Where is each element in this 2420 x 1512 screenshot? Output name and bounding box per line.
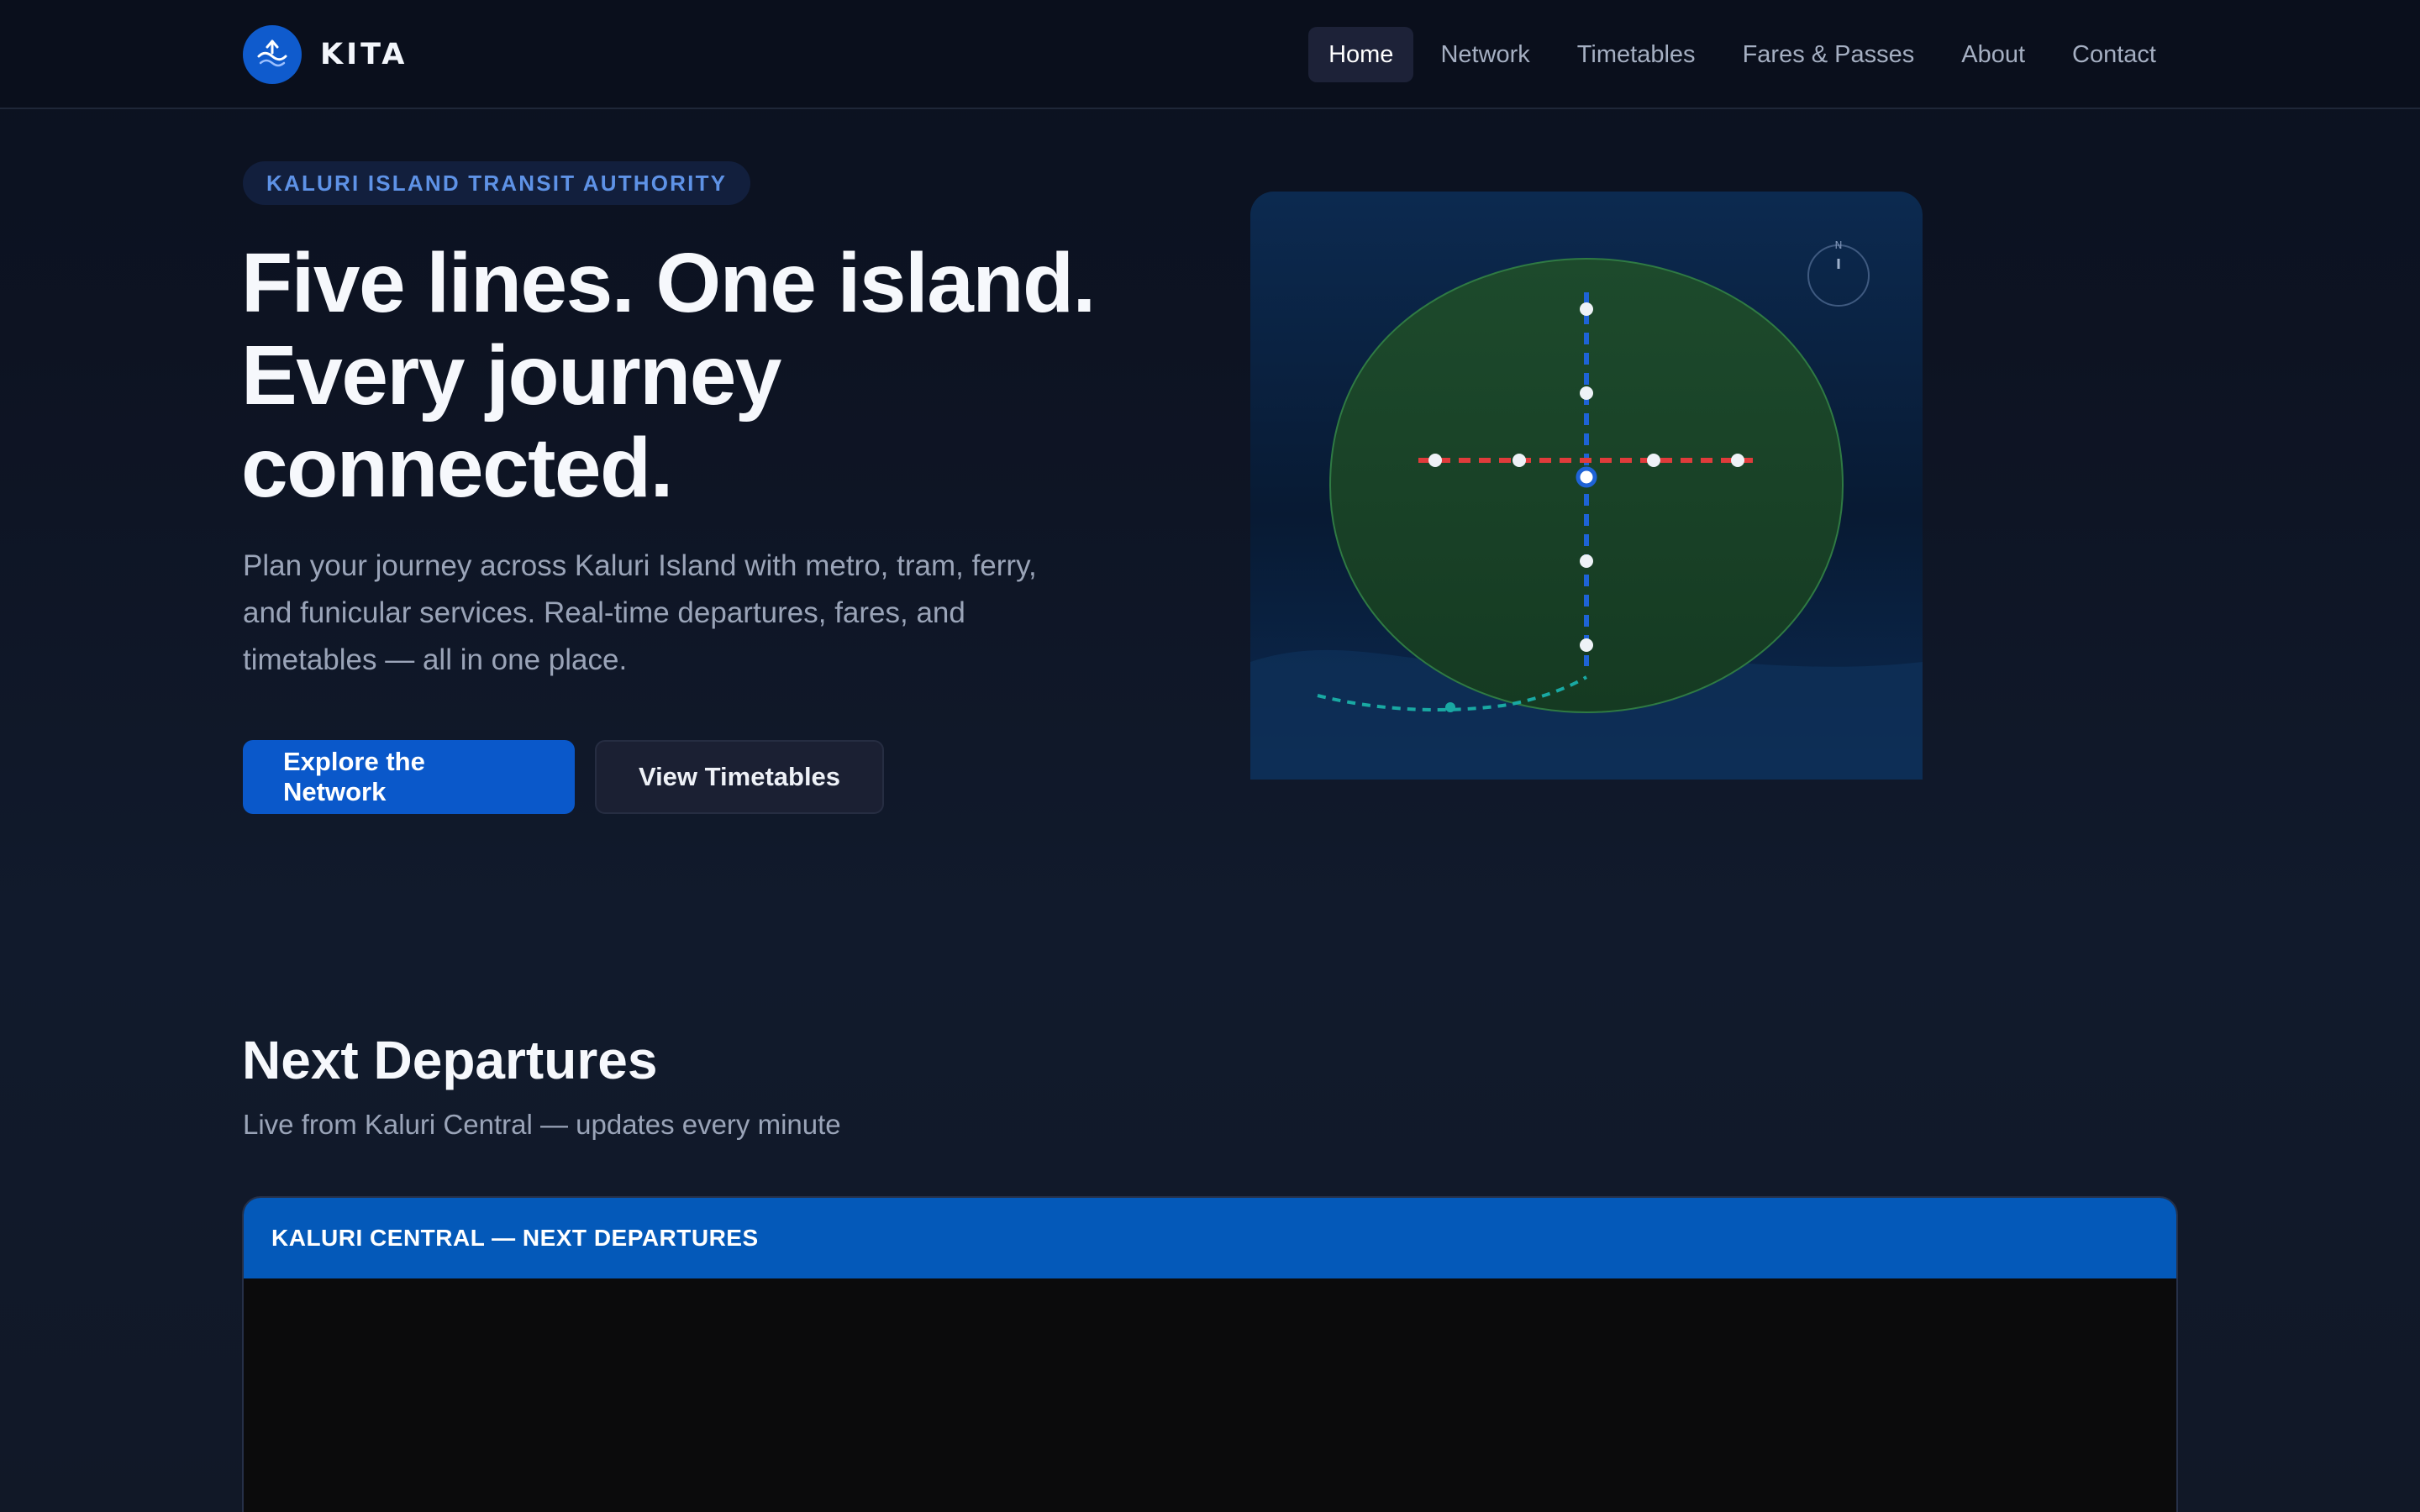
wave-boat-icon xyxy=(243,25,302,84)
ferry-stop-marker[interactable] xyxy=(1445,702,1455,712)
departures-title: Next Departures xyxy=(242,1030,658,1090)
brand[interactable]: KITA xyxy=(243,25,408,84)
explore-network-button[interactable]: Explore the Network xyxy=(243,740,575,814)
nav-network[interactable]: Network xyxy=(1420,27,1549,82)
nav-contact[interactable]: Contact xyxy=(2052,27,2176,82)
departures-subtitle: Live from Kaluri Central — updates every… xyxy=(243,1109,841,1140)
station-marker[interactable] xyxy=(1580,554,1593,568)
nav-about[interactable]: About xyxy=(1941,27,2045,82)
station-marker[interactable] xyxy=(1428,454,1442,467)
departure-board: KALURI CENTRAL — NEXT DEPARTURES xyxy=(242,1196,2178,1512)
hero-title-line: connected. xyxy=(241,421,673,515)
view-timetables-button[interactable]: View Timetables xyxy=(595,740,884,814)
network-map[interactable]: N xyxy=(1250,192,1923,780)
station-marker[interactable] xyxy=(1512,454,1526,467)
station-marker[interactable] xyxy=(1580,638,1593,652)
nav-home[interactable]: Home xyxy=(1308,27,1414,82)
station-marker[interactable] xyxy=(1580,302,1593,316)
top-navigation-bar: KITA Home Network Timetables Fares & Pas… xyxy=(0,0,2420,109)
nav-timetables[interactable]: Timetables xyxy=(1557,27,1716,82)
hero-title: Five lines. One island. Every journey co… xyxy=(241,237,1207,514)
page: KITA Home Network Timetables Fares & Pas… xyxy=(0,0,2420,1512)
central-station-marker[interactable] xyxy=(1576,466,1597,488)
station-marker[interactable] xyxy=(1731,454,1744,467)
nav-fares-passes[interactable]: Fares & Passes xyxy=(1723,27,1935,82)
hero-title-line: Five lines. One island. xyxy=(241,236,1096,330)
authority-badge: KALURI ISLAND TRANSIT AUTHORITY xyxy=(243,161,751,205)
station-marker[interactable] xyxy=(1647,454,1660,467)
hero-subtitle: Plan your journey across Kaluri Island w… xyxy=(243,549,1037,676)
departure-board-header: KALURI CENTRAL — NEXT DEPARTURES xyxy=(244,1198,2176,1278)
hero-title-line: Every journey xyxy=(241,328,781,423)
hero-actions: Explore the Network View Timetables xyxy=(243,740,884,814)
brand-name: KITA xyxy=(320,38,408,71)
network-map-graphic: N xyxy=(1250,192,1923,780)
compass-label: N xyxy=(1835,239,1843,251)
main-nav: Home Network Timetables Fares & Passes A… xyxy=(1308,27,2176,82)
station-marker[interactable] xyxy=(1580,386,1593,400)
departure-board-body xyxy=(244,1278,2176,1512)
